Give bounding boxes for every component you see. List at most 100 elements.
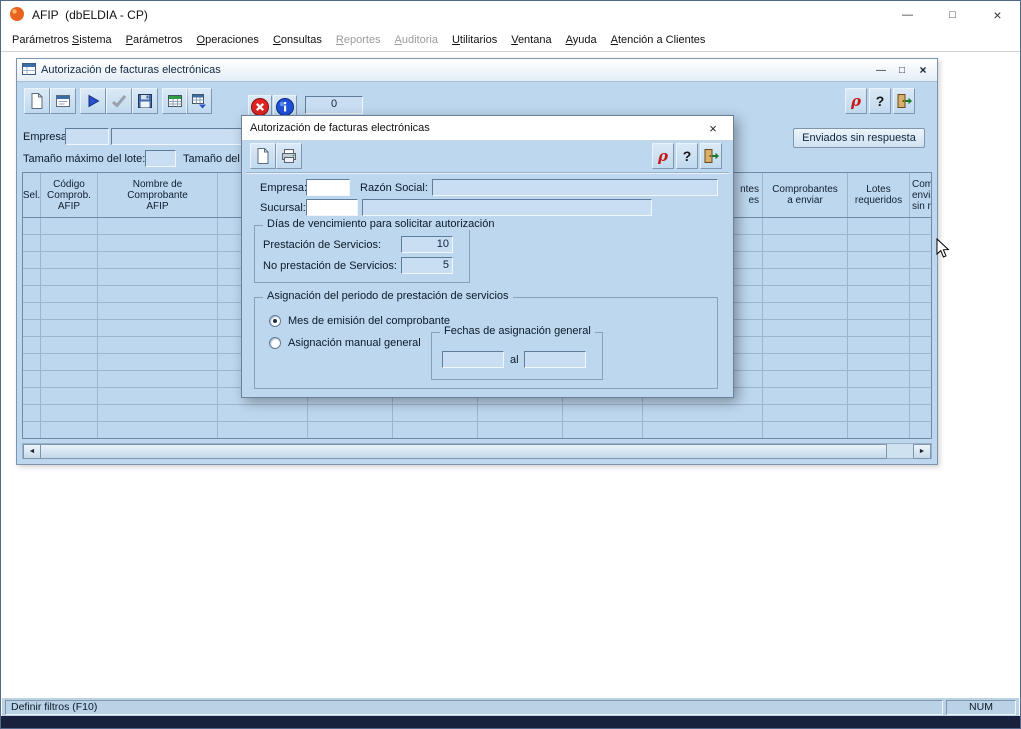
no-prestacion-field[interactable]: 5 xyxy=(401,257,453,274)
table-cell[interactable] xyxy=(763,218,848,234)
fecha-hasta-field[interactable] xyxy=(524,351,586,368)
window-titlebar[interactable]: AFIP (dbELDIA - CP) — □ × xyxy=(1,1,1020,29)
new-document-button[interactable] xyxy=(24,88,50,114)
table-cell[interactable] xyxy=(218,405,308,421)
table-cell[interactable] xyxy=(763,405,848,421)
sucursal-code-field[interactable] xyxy=(306,199,358,216)
menu-item-consultas[interactable]: Consultas xyxy=(266,31,329,49)
minimize-button[interactable]: — xyxy=(885,1,930,29)
rho-tool-button[interactable]: ρ xyxy=(845,88,867,114)
table-cell[interactable] xyxy=(848,354,910,370)
table-cell[interactable] xyxy=(41,235,98,251)
table-cell[interactable] xyxy=(910,218,932,234)
run-button[interactable] xyxy=(80,88,106,114)
table-cell[interactable] xyxy=(763,354,848,370)
scrollbar-thumb[interactable] xyxy=(40,444,887,459)
table-cell[interactable] xyxy=(643,405,763,421)
child-close-button[interactable]: × xyxy=(914,63,932,78)
table-cell[interactable] xyxy=(41,388,98,404)
table-cell[interactable] xyxy=(910,405,932,421)
table-cell[interactable] xyxy=(910,371,932,387)
table-export-button[interactable] xyxy=(186,88,212,114)
table-cell[interactable] xyxy=(23,252,41,268)
table-cell[interactable] xyxy=(98,286,218,302)
table-cell[interactable] xyxy=(763,337,848,353)
table-cell[interactable] xyxy=(41,320,98,336)
table-cell[interactable] xyxy=(41,422,98,438)
dialog-rho-tool-button[interactable]: ρ xyxy=(652,143,674,169)
table-cell[interactable] xyxy=(41,405,98,421)
column-header-lotes-requeridos[interactable]: Lotesrequeridos xyxy=(848,173,910,217)
table-cell[interactable] xyxy=(308,422,393,438)
table-cell[interactable] xyxy=(41,218,98,234)
table-cell[interactable] xyxy=(41,354,98,370)
enviados-sin-respuesta-button[interactable]: Enviados sin respuesta xyxy=(793,128,925,148)
tamano-maximo-field[interactable] xyxy=(145,150,176,167)
scroll-right-button[interactable]: ► xyxy=(913,444,931,459)
help-button[interactable]: ? xyxy=(869,88,891,114)
table-cell[interactable] xyxy=(98,337,218,353)
table-cell[interactable] xyxy=(41,371,98,387)
table-cell[interactable] xyxy=(308,405,393,421)
child-titlebar[interactable]: Autorización de facturas electrónicas — … xyxy=(17,59,937,82)
radio-asignacion-manual[interactable] xyxy=(269,337,281,349)
table-row[interactable] xyxy=(23,405,931,422)
table-cell[interactable] xyxy=(98,388,218,404)
table-cell[interactable] xyxy=(23,337,41,353)
table-cell[interactable] xyxy=(763,269,848,285)
table-cell[interactable] xyxy=(910,354,932,370)
table-cell[interactable] xyxy=(23,320,41,336)
table-cell[interactable] xyxy=(98,252,218,268)
confirm-button[interactable] xyxy=(106,88,132,114)
sucursal-name-field[interactable] xyxy=(362,199,652,216)
table-cell[interactable] xyxy=(763,388,848,404)
child-maximize-button[interactable]: □ xyxy=(893,63,911,78)
table-row[interactable] xyxy=(23,422,931,439)
menu-item-utilitarios[interactable]: Utilitarios xyxy=(445,31,504,49)
table-cell[interactable] xyxy=(23,235,41,251)
table-cell[interactable] xyxy=(478,405,563,421)
table-cell[interactable] xyxy=(563,422,643,438)
table-cell[interactable] xyxy=(763,422,848,438)
table-cell[interactable] xyxy=(23,422,41,438)
table-cell[interactable] xyxy=(910,286,932,302)
table-cell[interactable] xyxy=(23,286,41,302)
dialog-exit-button[interactable] xyxy=(700,143,722,169)
column-header-sel[interactable]: Sel. xyxy=(23,173,41,217)
table-cell[interactable] xyxy=(848,422,910,438)
table-cell[interactable] xyxy=(41,303,98,319)
radio-mes-emision[interactable] xyxy=(269,315,281,327)
table-cell[interactable] xyxy=(23,388,41,404)
table-cell[interactable] xyxy=(763,286,848,302)
table-cell[interactable] xyxy=(848,235,910,251)
table-cell[interactable] xyxy=(98,354,218,370)
table-cell[interactable] xyxy=(98,405,218,421)
table-cell[interactable] xyxy=(848,320,910,336)
table-cell[interactable] xyxy=(910,388,932,404)
table-cell[interactable] xyxy=(41,252,98,268)
table-cell[interactable] xyxy=(41,337,98,353)
table-cell[interactable] xyxy=(478,422,563,438)
table-cell[interactable] xyxy=(910,269,932,285)
menu-item-ayuda[interactable]: Ayuda xyxy=(559,31,604,49)
table-cell[interactable] xyxy=(23,303,41,319)
table-cell[interactable] xyxy=(910,252,932,268)
prestacion-field[interactable]: 10 xyxy=(401,236,453,253)
empresa-code-field[interactable] xyxy=(65,128,109,145)
menu-item-parametros-sistema[interactable]: Parámetros Sistema xyxy=(5,31,119,49)
table-cell[interactable] xyxy=(23,405,41,421)
properties-button[interactable] xyxy=(50,88,76,114)
table-cell[interactable] xyxy=(643,422,763,438)
table-cell[interactable] xyxy=(763,371,848,387)
column-header-nombre-comprobante-afip[interactable]: Nombre deComprobanteAFIP xyxy=(98,173,218,217)
maximize-button[interactable]: □ xyxy=(930,1,975,29)
menu-item-operaciones[interactable]: Operaciones xyxy=(190,31,266,49)
table-cell[interactable] xyxy=(910,235,932,251)
column-header-codigo-comprob-afip[interactable]: CódigoComprob.AFIP xyxy=(41,173,98,217)
column-header-comprobantes-enviados-sin-respuesta[interactable]: Comprobaenviadosin respu xyxy=(910,173,932,217)
table-cell[interactable] xyxy=(848,269,910,285)
dialog-print-button[interactable] xyxy=(276,143,302,169)
table-cell[interactable] xyxy=(23,269,41,285)
scroll-left-button[interactable]: ◄ xyxy=(23,444,41,459)
horizontal-scrollbar[interactable]: ◄ ► xyxy=(22,443,932,459)
